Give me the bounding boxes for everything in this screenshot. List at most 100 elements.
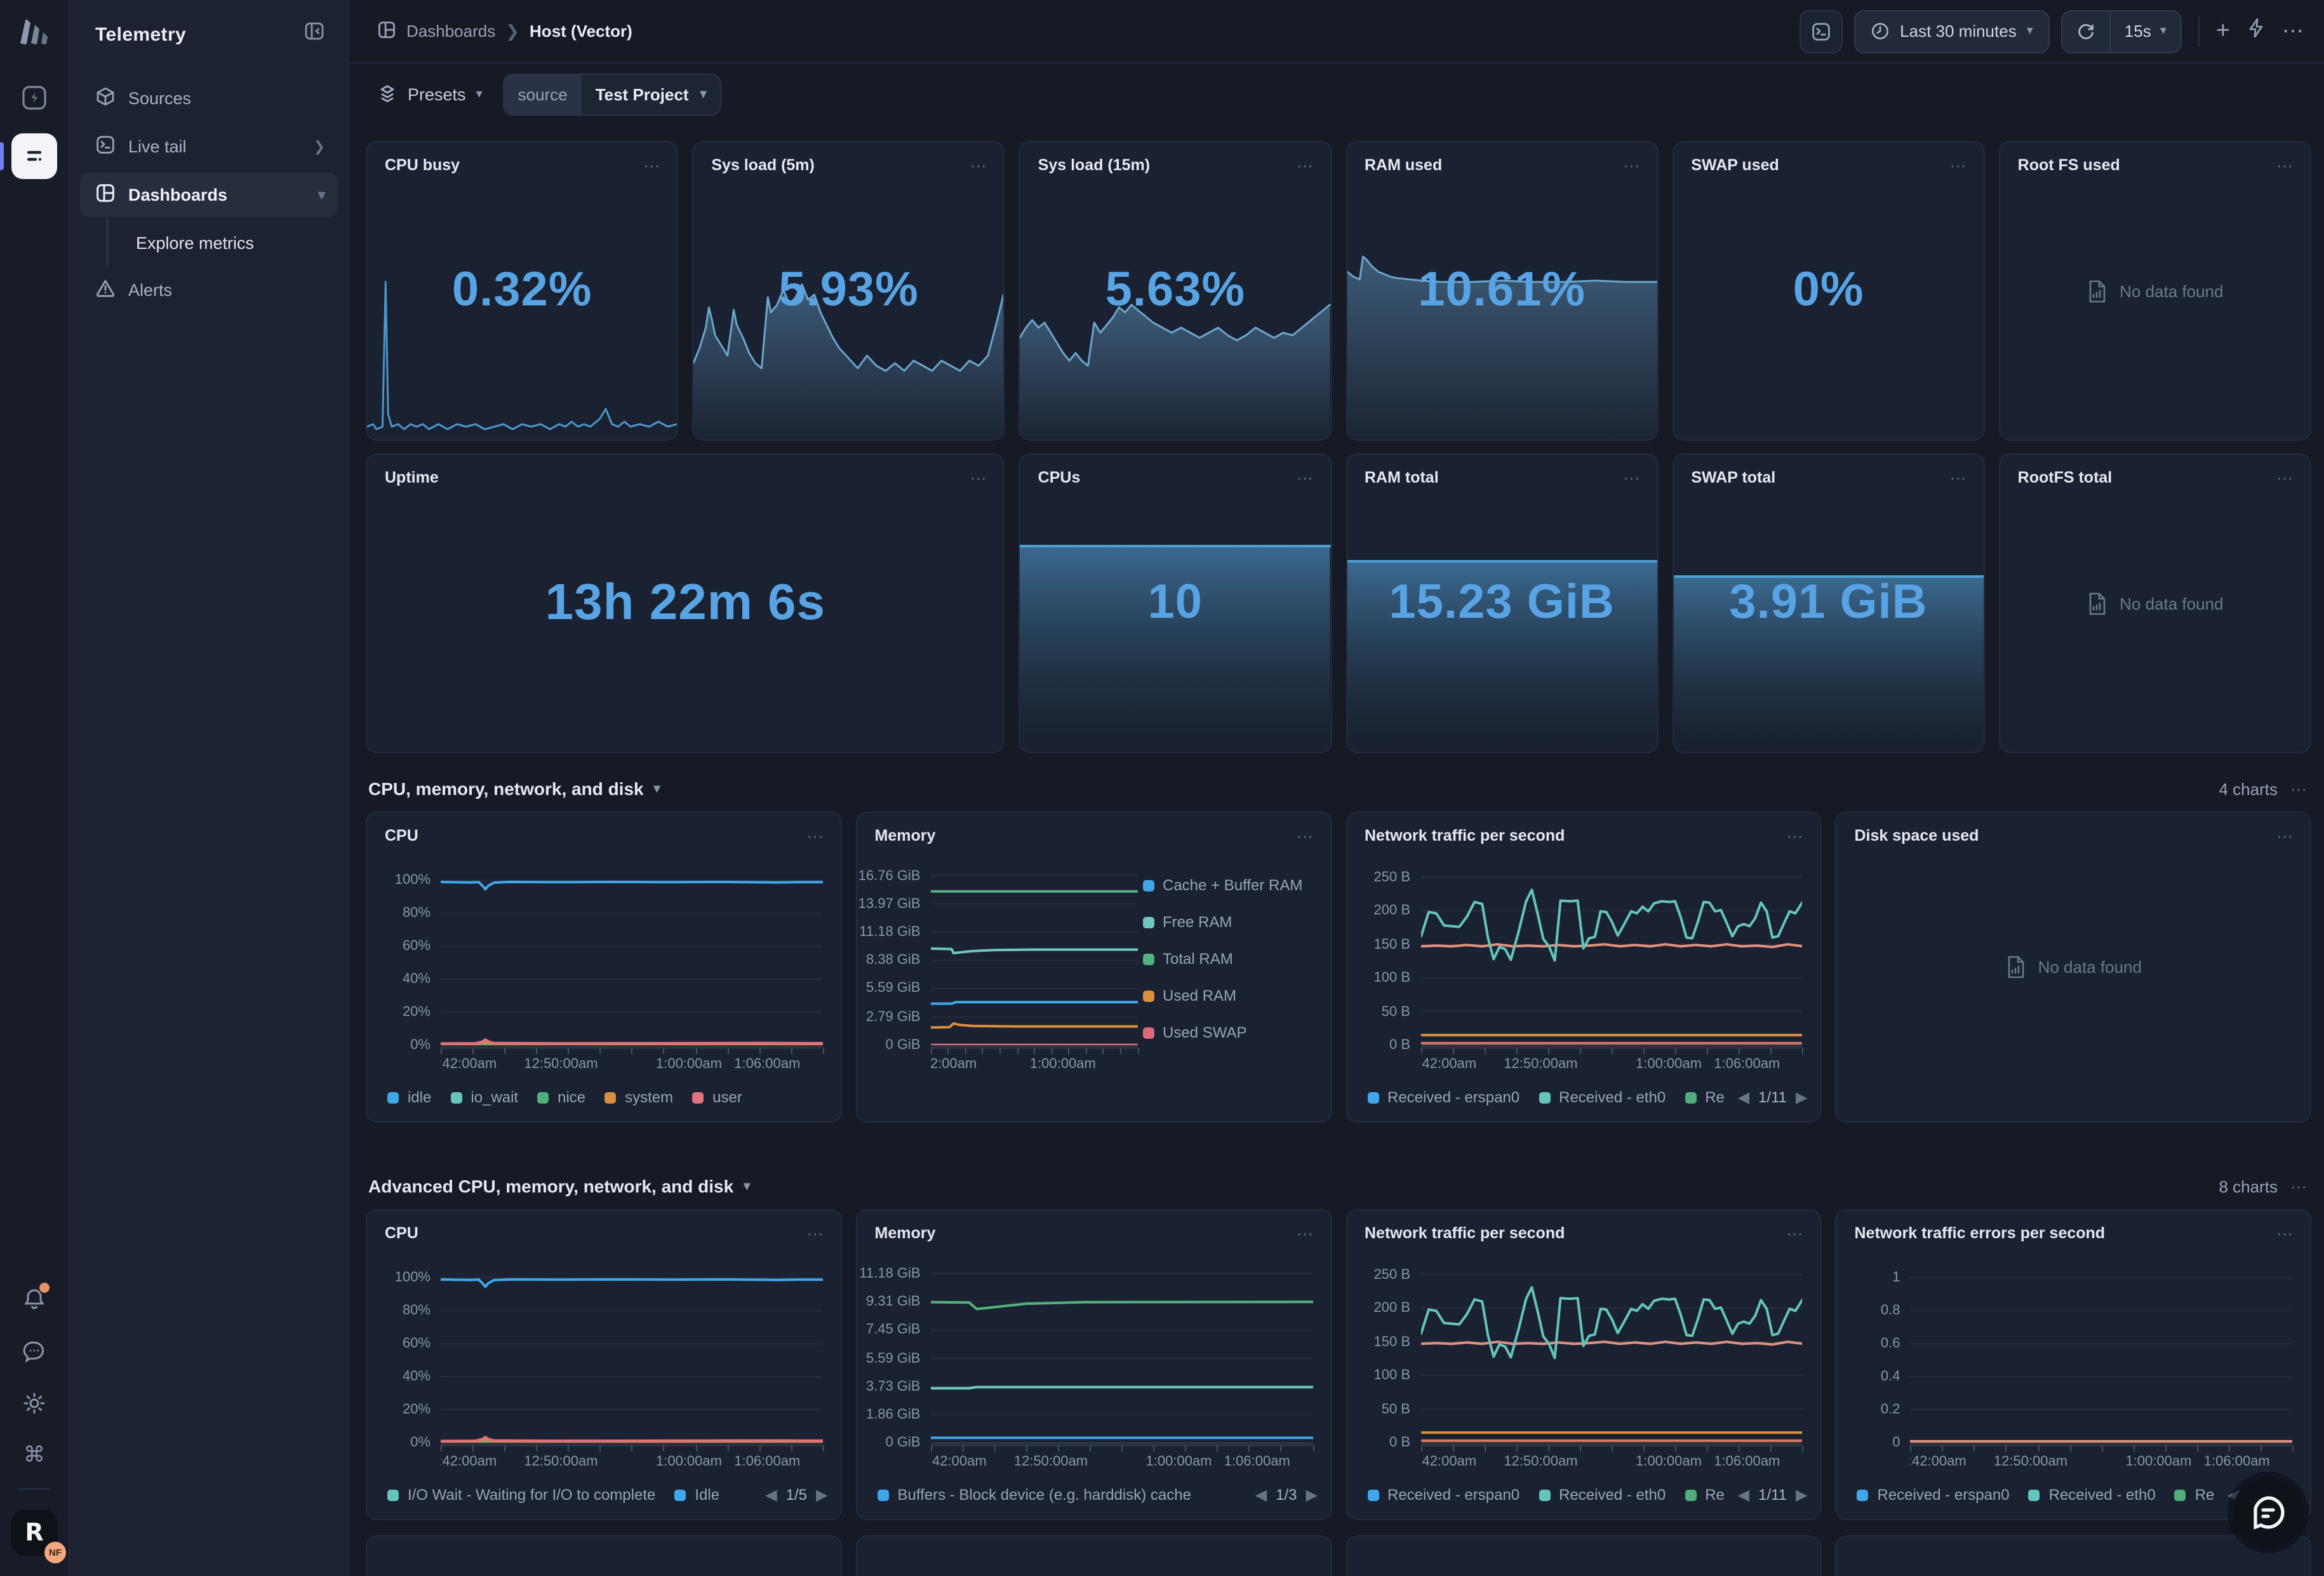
pagination-next-icon[interactable]: ▶ <box>1796 1088 1807 1106</box>
chart-title: Network traffic per second <box>1365 1224 1565 1242</box>
shortcuts-command-icon[interactable]: ⌘ <box>23 1443 45 1468</box>
more-options-button[interactable]: ⋯ <box>1297 1225 1315 1241</box>
more-options-button[interactable]: ⋯ <box>970 469 989 486</box>
legend-item[interactable]: Received - eth0 <box>1539 1486 1666 1504</box>
more-options-button[interactable]: ⋯ <box>1787 827 1805 844</box>
legend-item[interactable]: Received - erspan0 <box>1857 1486 2010 1504</box>
chart-canvas[interactable] <box>441 874 823 1045</box>
feedback-chat-icon[interactable] <box>22 1339 47 1370</box>
more-options-button[interactable]: ⋯ <box>1787 1225 1805 1241</box>
sidebar-item-explore-metrics[interactable]: Explore metrics <box>80 221 338 264</box>
telemetry-nav-icon[interactable] <box>11 133 57 179</box>
legend-item[interactable]: Received - eth0 <box>2029 1486 2156 1504</box>
presets-dropdown[interactable]: Presets ▾ <box>377 84 483 104</box>
chart-canvas[interactable] <box>441 1271 823 1443</box>
sidebar-item-alerts[interactable]: Alerts <box>80 268 338 312</box>
quickstart-nav-icon[interactable] <box>11 75 57 121</box>
more-options-button[interactable]: ⋯ <box>1950 157 1968 173</box>
section-more-options[interactable]: ⋯ <box>2290 780 2309 797</box>
more-options-button[interactable]: ⋯ <box>2282 20 2304 42</box>
legend-item[interactable]: nice <box>537 1088 585 1106</box>
legend-item[interactable]: Used RAM <box>1142 987 1318 1005</box>
more-options-button[interactable]: ⋯ <box>1297 469 1315 486</box>
legend-item[interactable]: I/O Wait - Waiting for I/O to complete <box>387 1486 655 1504</box>
sidebar-item-dashboards[interactable]: Dashboards ▾ <box>80 173 338 217</box>
legend-pagination: ◀1/11▶ <box>1738 1486 1808 1504</box>
time-range-selector[interactable]: Last 30 minutes ▾ <box>1854 10 2050 53</box>
more-options-button[interactable]: ⋯ <box>807 1225 825 1241</box>
legend-label: Idle <box>695 1486 719 1504</box>
quick-actions-lightning-icon[interactable] <box>2247 18 2266 44</box>
chart-panel: CPU⋯0%20%40%60%80%100%12:42:00am12:50:00… <box>366 811 842 1123</box>
more-options-button[interactable]: ⋯ <box>2276 827 2295 844</box>
legend-item[interactable]: Idle <box>674 1486 719 1504</box>
breadcrumb-root[interactable]: Dashboards <box>406 22 495 41</box>
legend-item[interactable]: Received - lo <box>1685 1088 1725 1106</box>
legend-item[interactable]: Buffers - Block device (e.g. harddisk) c… <box>878 1486 1191 1504</box>
legend-item[interactable]: Received - lo <box>1685 1486 1725 1504</box>
chat-widget-button[interactable] <box>2233 1477 2304 1548</box>
more-options-button[interactable]: ⋯ <box>1950 469 1968 486</box>
chart-canvas[interactable] <box>1911 1271 2293 1443</box>
chart-canvas[interactable] <box>1420 874 1803 1045</box>
legend-label: Received - erspan0 <box>1387 1088 1519 1106</box>
user-avatar[interactable]: R NF <box>11 1510 57 1556</box>
add-panel-button[interactable]: + <box>2216 19 2230 43</box>
refresh-interval-selector[interactable]: 15s ▾ <box>2111 11 2180 51</box>
stat-card: CPUs⋯10 <box>1019 453 1332 753</box>
section-title[interactable]: CPU, memory, network, and disk ▾ <box>368 778 660 799</box>
pagination-prev-icon[interactable]: ◀ <box>1738 1088 1749 1106</box>
legend-item[interactable]: io_wait <box>450 1088 518 1106</box>
legend-item[interactable]: system <box>604 1088 673 1106</box>
more-options-button[interactable]: ⋯ <box>1623 469 1641 486</box>
collapse-sidebar-icon[interactable] <box>304 20 325 48</box>
source-filter-key: source <box>504 74 582 114</box>
filters-bar: Presets ▾ source Test Project ▾ <box>349 63 2324 124</box>
legend-item[interactable]: idle <box>387 1088 431 1106</box>
legend-item[interactable]: Received - erspan0 <box>1367 1486 1519 1504</box>
legend-item[interactable]: Received - eth0 <box>1539 1088 1666 1106</box>
stat-card-header: CPU busy⋯ <box>385 156 662 174</box>
more-options-button[interactable]: ⋯ <box>1297 157 1315 173</box>
pagination-next-icon[interactable]: ▶ <box>1306 1486 1318 1504</box>
chart-canvas[interactable] <box>1420 1271 1803 1443</box>
source-filter[interactable]: source Test Project ▾ <box>503 73 722 115</box>
legend-label: idle <box>408 1088 431 1106</box>
legend-item[interactable]: Received - lo <box>2175 1486 2215 1504</box>
more-options-button[interactable]: ⋯ <box>1297 827 1315 844</box>
chart-canvas[interactable] <box>931 874 1138 1045</box>
legend-item[interactable]: Cache + Buffer RAM <box>1142 876 1318 894</box>
more-options-button[interactable]: ⋯ <box>1623 157 1641 173</box>
section-chart-count: 8 charts <box>2219 1177 2278 1196</box>
more-options-button[interactable]: ⋯ <box>2276 157 2295 173</box>
dashboards-grid-icon <box>377 20 396 43</box>
section-more-options[interactable]: ⋯ <box>2290 1178 2309 1194</box>
pagination-prev-icon[interactable]: ◀ <box>765 1486 777 1504</box>
more-options-button[interactable]: ⋯ <box>970 157 989 173</box>
sidebar-item-live-tail[interactable]: Live tail ❯ <box>80 124 338 169</box>
stat-card-header: RAM used⋯ <box>1365 156 1641 174</box>
legend-item[interactable]: Total RAM <box>1142 950 1318 968</box>
theme-toggle-sun-icon[interactable] <box>22 1391 47 1422</box>
more-options-button[interactable]: ⋯ <box>643 157 662 173</box>
legend-item[interactable]: Used SWAP <box>1142 1024 1318 1041</box>
pagination-prev-icon[interactable]: ◀ <box>1255 1486 1267 1504</box>
refresh-button[interactable] <box>2062 11 2109 51</box>
legend-item[interactable]: Free RAM <box>1142 913 1318 931</box>
more-options-button[interactable]: ⋯ <box>2276 1225 2295 1241</box>
pagination-next-icon[interactable]: ▶ <box>1796 1486 1807 1504</box>
more-options-button[interactable]: ⋯ <box>2276 469 2295 486</box>
section-title[interactable]: Advanced CPU, memory, network, and disk … <box>368 1176 750 1196</box>
sidebar-item-sources[interactable]: Sources <box>80 76 338 121</box>
stat-card: RAM used⋯10.61% <box>1346 141 1658 441</box>
panel-view-button[interactable] <box>1800 10 1843 53</box>
legend-item[interactable]: Received - erspan0 <box>1367 1088 1519 1106</box>
notifications-bell-icon[interactable] <box>22 1286 47 1318</box>
pagination-prev-icon[interactable]: ◀ <box>1738 1486 1749 1504</box>
legend-label: Buffers - Block device (e.g. harddisk) c… <box>898 1486 1191 1504</box>
app-logo-icon[interactable] <box>18 18 51 52</box>
chart-canvas[interactable] <box>931 1271 1313 1443</box>
more-options-button[interactable]: ⋯ <box>807 827 825 844</box>
legend-item[interactable]: user <box>692 1088 742 1106</box>
pagination-next-icon[interactable]: ▶ <box>816 1486 827 1504</box>
